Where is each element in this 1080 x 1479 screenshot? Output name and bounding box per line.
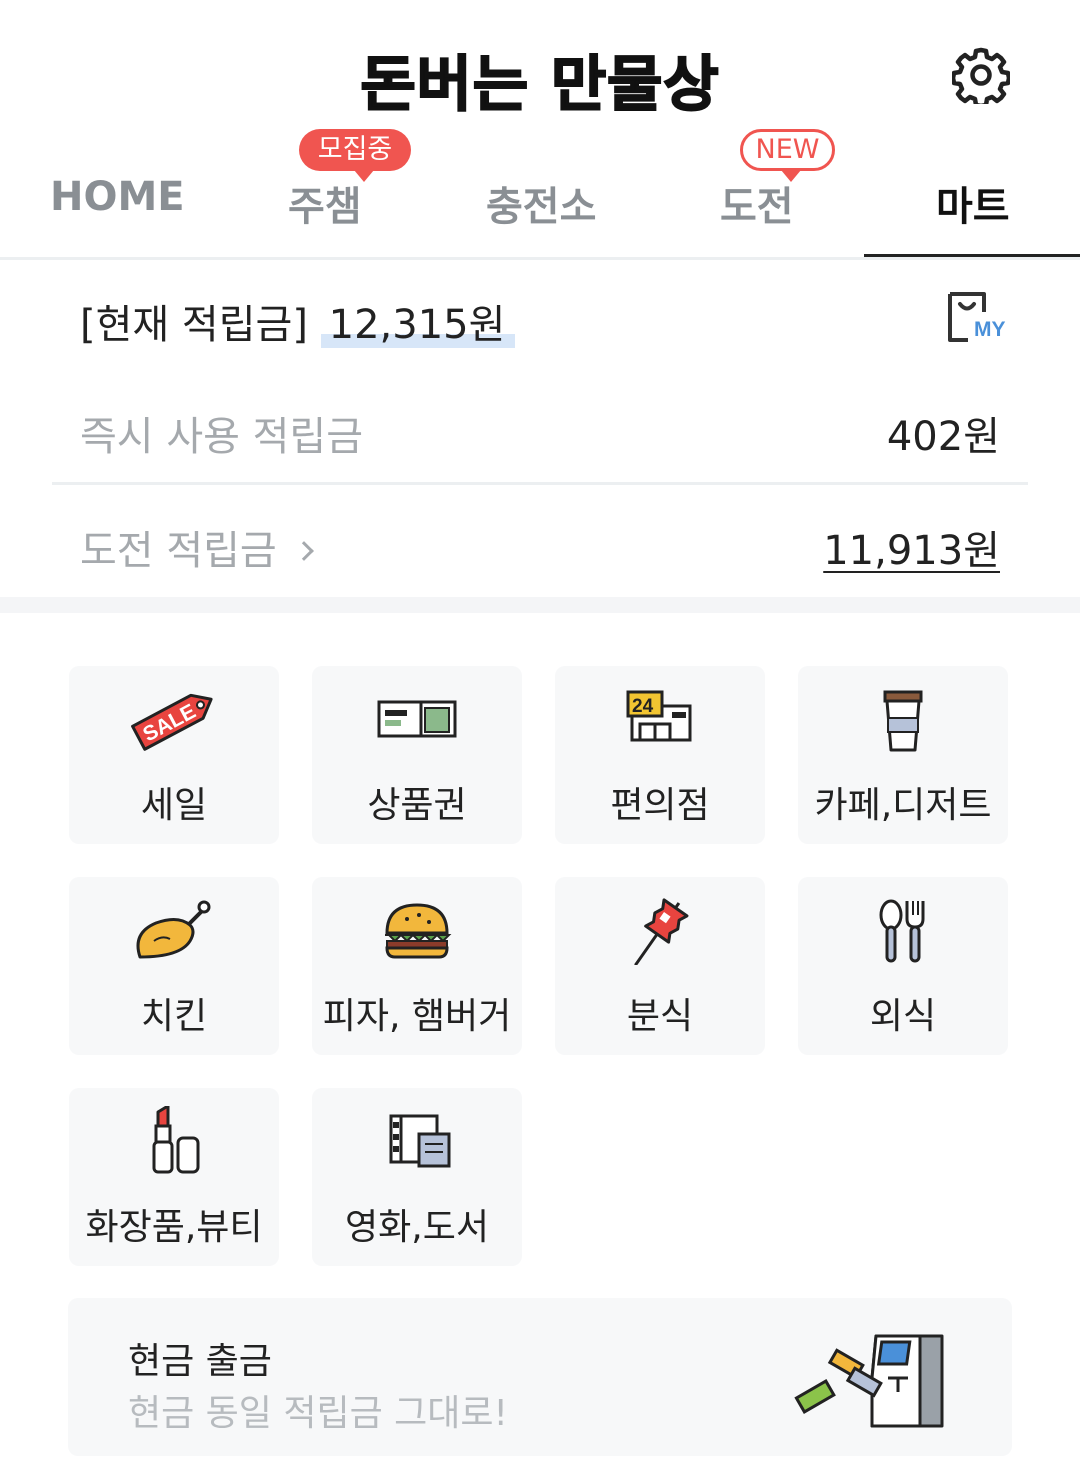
tab-juchaem[interactable]: 주챔 [288, 174, 362, 234]
cutlery-icon [879, 899, 925, 963]
category-chicken[interactable]: 치킨 [69, 877, 279, 1055]
current-points-amount: 12,315원 [320, 302, 516, 348]
my-bag-icon[interactable]: MY [944, 290, 1010, 346]
app-header: 돈버는 만물상 [0, 0, 1080, 140]
category-label: 분식 [626, 996, 694, 1037]
cash-withdrawal-title: 현금 출금 [128, 1341, 272, 1382]
cash-withdrawal-subtitle: 현금 동일 적립금 그대로! [128, 1393, 508, 1434]
gear-icon[interactable] [952, 46, 1010, 104]
category-label: 편의점 [610, 785, 710, 826]
category-sale[interactable]: SALE 세일 [69, 666, 279, 844]
gift-card-icon [377, 700, 457, 738]
lipstick-icon [152, 1106, 200, 1174]
sale-tag-icon: SALE [131, 693, 213, 751]
category-cosmetics-beauty[interactable]: 화장품,뷰티 [69, 1088, 279, 1266]
tab-charging-station[interactable]: 충전소 [486, 174, 596, 234]
my-icon-text: MY [974, 318, 1006, 341]
section-separator [0, 597, 1080, 613]
category-movies-books[interactable]: 영화,도서 [312, 1088, 522, 1266]
tab-challenge[interactable]: 도전 [720, 174, 794, 234]
main-tabs: HOME 주챔 충전소 도전 마트 모집중 NEW [0, 129, 1080, 260]
divider [52, 482, 1028, 485]
app-title: 돈버는 만물상 [359, 49, 720, 121]
category-label: 피자, 햄버거 [322, 996, 512, 1037]
category-convenience-store[interactable]: 24 편의점 [555, 666, 765, 844]
category-cafe-dessert[interactable]: 카페,디저트 [798, 666, 1008, 844]
cash-withdrawal-banner[interactable]: 현금 출금 현금 동일 적립금 그대로! [68, 1298, 1012, 1456]
category-label: 영화,도서 [345, 1207, 489, 1248]
burger-icon [385, 903, 452, 959]
challenge-points-link[interactable]: 도전 적립금 [80, 518, 314, 576]
challenge-points-amount[interactable]: 11,913원 [823, 518, 1000, 576]
current-points: [현재 적립금] 12,315원 [80, 292, 516, 350]
category-label: 치킨 [140, 996, 208, 1037]
category-pizza-burger[interactable]: 피자, 햄버거 [312, 877, 522, 1055]
recruiting-badge: 모집중 [299, 129, 411, 171]
recruiting-badge-tail [354, 170, 374, 182]
new-badge-tail [781, 170, 801, 182]
category-label: 외식 [869, 996, 937, 1037]
chevron-right-icon [293, 541, 314, 561]
active-tab-indicator [864, 254, 1080, 257]
tab-mart[interactable]: 마트 [936, 174, 1010, 234]
category-snacks[interactable]: 분식 [555, 877, 765, 1055]
skewer-icon [634, 898, 689, 965]
category-label: 세일 [140, 785, 208, 826]
chicken-icon [136, 900, 211, 959]
category-label: 카페,디저트 [814, 785, 992, 826]
atm-icon [794, 1334, 944, 1428]
category-label: 상품권 [367, 785, 467, 826]
coffee-cup-icon [883, 690, 923, 752]
category-gift-card[interactable]: 상품권 [312, 666, 522, 844]
film-book-icon [389, 1114, 451, 1168]
convenience-store-icon: 24 [626, 690, 692, 742]
current-points-label: [현재 적립금] [80, 302, 308, 348]
svg-text:24: 24 [632, 696, 654, 717]
category-dining-out[interactable]: 외식 [798, 877, 1008, 1055]
challenge-points-label: 도전 적립금 [80, 528, 277, 574]
instant-points-label: 즉시 사용 적립금 [80, 414, 364, 460]
category-label: 화장품,뷰티 [85, 1207, 263, 1248]
tab-home[interactable]: HOME [50, 174, 185, 234]
new-badge: NEW [740, 129, 835, 171]
instant-points-amount: 402원 [886, 414, 1000, 460]
